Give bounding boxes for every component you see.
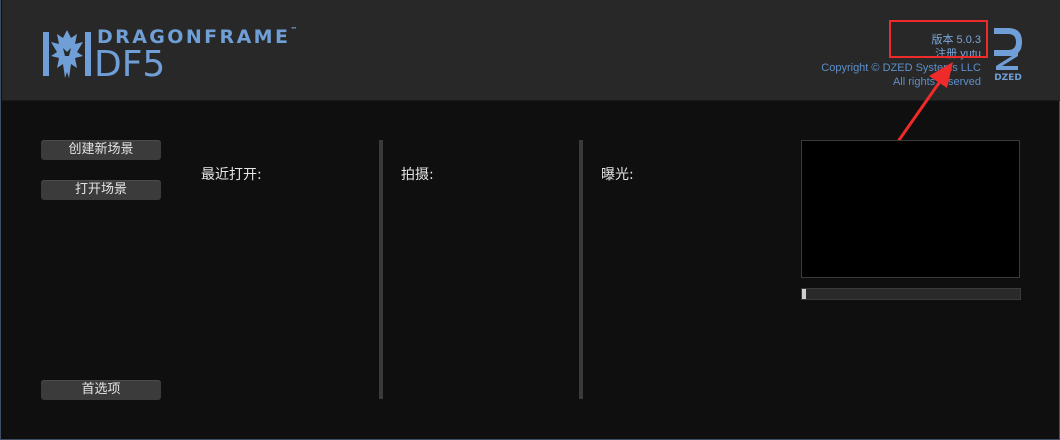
annotation-highlight-box <box>889 20 988 58</box>
preferences-button[interactable]: 首选项 <box>41 380 161 400</box>
copyright-label: Copyright © DZED Systems LLC <box>821 62 981 74</box>
trademark-symbol: ™ <box>290 26 298 34</box>
app-window: DRAGONFRAME™ DF5 版本 5.0.3 注册 yutu Copyri… <box>0 0 1060 440</box>
column-divider <box>379 140 383 399</box>
rights-label: All rights reserved <box>892 76 981 88</box>
preview-panel <box>801 140 1020 278</box>
product-version-logo: DF5 <box>94 44 166 85</box>
exposure-label: 曝光: <box>601 167 634 183</box>
recent-label: 最近打开: <box>201 167 262 183</box>
new-scene-button[interactable]: 创建新场景 <box>41 140 161 160</box>
open-scene-button[interactable]: 打开场景 <box>41 180 161 200</box>
preview-progress-bar <box>801 288 1021 300</box>
preview-progress-fill <box>802 289 807 299</box>
dragon-logo-icon <box>43 30 91 78</box>
dzed-logo-icon: DZED <box>994 28 1022 82</box>
column-divider <box>579 140 583 399</box>
shoot-label: 拍摄: <box>401 167 434 183</box>
dzed-logo-text: DZED <box>994 73 1022 82</box>
